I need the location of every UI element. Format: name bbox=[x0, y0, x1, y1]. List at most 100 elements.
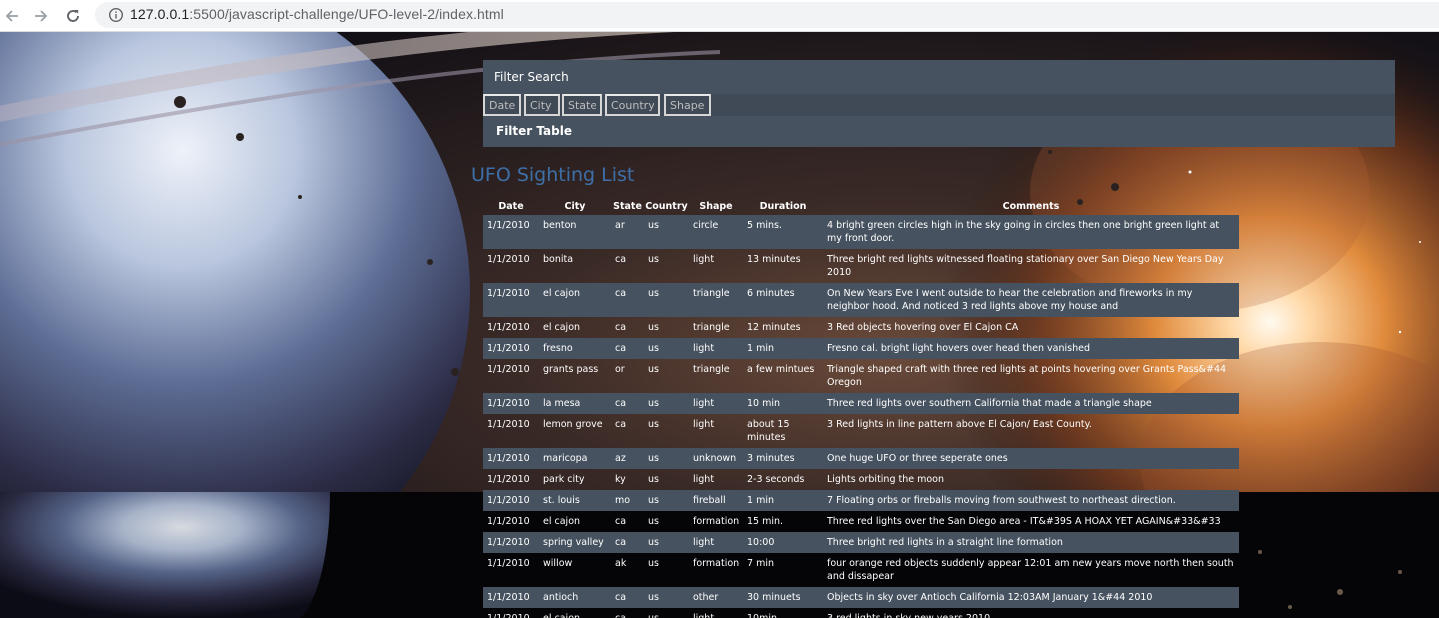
cell-duration: 10min bbox=[743, 608, 823, 618]
filter-inputs-row bbox=[483, 94, 1395, 116]
url-path: :5500/javascript-challenge/UFO-level-2/i… bbox=[189, 6, 504, 22]
table-row: 1/1/2010 fresno ca us light 1 min Fresno cal. … bbox=[483, 338, 1239, 359]
filter-search-title: Filter Search bbox=[494, 70, 569, 84]
cell-state: mo bbox=[611, 490, 644, 511]
cell-city: antioch bbox=[539, 587, 611, 608]
forward-icon bbox=[35, 10, 48, 22]
cell-shape: light bbox=[693, 419, 715, 430]
cell-shape: circle bbox=[689, 215, 743, 249]
cell-date: 1/1/2010 bbox=[483, 608, 539, 618]
forward-button[interactable] bbox=[29, 4, 53, 28]
header-comments: Comments bbox=[1002, 201, 1060, 212]
cell-city: st. louis bbox=[539, 490, 611, 511]
city-filter-input[interactable] bbox=[524, 94, 560, 116]
cell-date: 1/1/2010 bbox=[487, 364, 530, 375]
cell-state: ca bbox=[611, 283, 644, 317]
cell-country: us bbox=[644, 448, 689, 469]
address-bar[interactable]: 127.0.0.1:5500/javascript-challenge/UFO-… bbox=[95, 2, 1439, 28]
cell-city: grants pass bbox=[543, 364, 599, 375]
cell-country: us bbox=[644, 587, 689, 608]
cell-city: el cajon bbox=[539, 608, 611, 618]
cell-duration: 12 minutes bbox=[747, 322, 801, 333]
cell-comments: On New Years Eve I went outside to hear … bbox=[823, 283, 1239, 317]
cell-country: us bbox=[648, 364, 659, 375]
cell-duration: about 15 minutes bbox=[747, 419, 790, 443]
cell-country: us bbox=[648, 516, 659, 527]
cell-shape: light bbox=[693, 474, 715, 485]
table-row: 1/1/2010 willow ak us formation 7 min four ora… bbox=[483, 553, 1239, 587]
cell-city: spring valley bbox=[539, 532, 611, 553]
table-row: 1/1/2010 lemon grove ca us light about 15 min… bbox=[483, 414, 1239, 448]
table-row: 1/1/2010 antioch ca us other 30 minuets Object… bbox=[483, 587, 1239, 608]
table-row: 1/1/2010 st. louis mo us fireball 1 min 7 Floa… bbox=[483, 490, 1239, 511]
filter-table-button[interactable]: Filter Table bbox=[496, 124, 572, 138]
cell-duration: 1 min bbox=[743, 338, 823, 359]
cell-country: us bbox=[648, 558, 659, 569]
state-filter-input[interactable] bbox=[562, 94, 602, 116]
cell-shape: fireball bbox=[689, 490, 743, 511]
cell-country: us bbox=[648, 322, 659, 333]
cell-comments: four orange red objects suddenly appear … bbox=[827, 558, 1234, 582]
cell-date: 1/1/2010 bbox=[483, 338, 539, 359]
cell-date: 1/1/2010 bbox=[483, 393, 539, 414]
cell-city: benton bbox=[539, 215, 611, 249]
cell-comments: Three bright red lights in a straight li… bbox=[823, 532, 1239, 553]
cell-city: la mesa bbox=[539, 393, 611, 414]
shape-filter-input[interactable] bbox=[664, 94, 711, 116]
cell-city: el cajon bbox=[543, 516, 581, 527]
table-row: 1/1/2010el cajoncauslight10min3 red ligh… bbox=[483, 608, 1239, 618]
cell-comments: Three bright red lights witnessed floati… bbox=[827, 254, 1224, 278]
cell-state: ca bbox=[615, 322, 627, 333]
cell-shape: triangle bbox=[693, 322, 730, 333]
cell-shape: formation bbox=[693, 558, 740, 569]
cell-city: park city bbox=[543, 474, 585, 485]
cell-shape: light bbox=[689, 393, 743, 414]
cell-country: us bbox=[648, 254, 659, 265]
cell-date: 1/1/2010 bbox=[483, 448, 539, 469]
cell-country: us bbox=[644, 338, 689, 359]
table-row: 1/1/2010 el cajon ca us formation 15 min. Thre… bbox=[483, 511, 1239, 532]
cell-state: ky bbox=[615, 474, 626, 485]
cell-shape: triangle bbox=[689, 283, 743, 317]
cell-duration: 15 min. bbox=[747, 516, 784, 527]
country-filter-input[interactable] bbox=[605, 94, 660, 116]
cell-country: us bbox=[644, 215, 689, 249]
header-state: State bbox=[613, 201, 642, 212]
cell-comments: One huge UFO or three seperate ones bbox=[823, 448, 1239, 469]
date-filter-input[interactable] bbox=[483, 94, 521, 116]
cell-duration: 6 minutes bbox=[743, 283, 823, 317]
cell-city: maricopa bbox=[539, 448, 611, 469]
table-row: 1/1/2010 la mesa ca us light 10 min Three red … bbox=[483, 393, 1239, 414]
cell-shape: light bbox=[693, 254, 715, 265]
back-button[interactable] bbox=[0, 4, 24, 28]
cell-state: ca bbox=[611, 393, 644, 414]
table-row: 1/1/2010 el cajon ca us triangle 6 minutes On … bbox=[483, 283, 1239, 317]
cell-state: ca bbox=[615, 516, 627, 527]
cell-date: 1/1/2010 bbox=[483, 532, 539, 553]
cell-comments: Three red lights over southern Californi… bbox=[823, 393, 1239, 414]
table-row: 1/1/2010 spring valley ca us light 10:00 Three… bbox=[483, 532, 1239, 553]
cell-date: 1/1/2010 bbox=[483, 215, 539, 249]
info-icon[interactable] bbox=[108, 7, 124, 23]
filter-panel: Filter Search Filter Table bbox=[483, 60, 1395, 147]
cell-duration: 1 min bbox=[743, 490, 823, 511]
cell-duration: 7 min bbox=[747, 558, 774, 569]
cell-state: ca bbox=[611, 338, 644, 359]
cell-comments: 3 red lights in sky new years 2010 bbox=[823, 608, 1239, 618]
table-row: 1/1/2010 park city ky us light 2-3 seconds Lig… bbox=[483, 469, 1239, 490]
cell-duration: 3 minutes bbox=[743, 448, 823, 469]
table-body: 1/1/2010 benton ar us circle 5 mins. 4 bright … bbox=[483, 215, 1239, 618]
cell-comments: Lights orbiting the moon bbox=[827, 474, 945, 485]
cell-city: willow bbox=[543, 558, 573, 569]
cell-date: 1/1/2010 bbox=[487, 322, 530, 333]
url-host: 127.0.0.1 bbox=[130, 6, 190, 22]
cell-state: ca bbox=[611, 608, 644, 618]
header-city: City bbox=[564, 201, 586, 212]
cell-shape: light bbox=[689, 338, 743, 359]
cell-state: ca bbox=[611, 532, 644, 553]
cell-date: 1/1/2010 bbox=[487, 419, 530, 430]
cell-state: ak bbox=[615, 558, 627, 569]
cell-city: el cajon bbox=[539, 283, 611, 317]
list-title: UFO Sighting List bbox=[471, 164, 635, 186]
reload-button[interactable] bbox=[61, 4, 85, 28]
